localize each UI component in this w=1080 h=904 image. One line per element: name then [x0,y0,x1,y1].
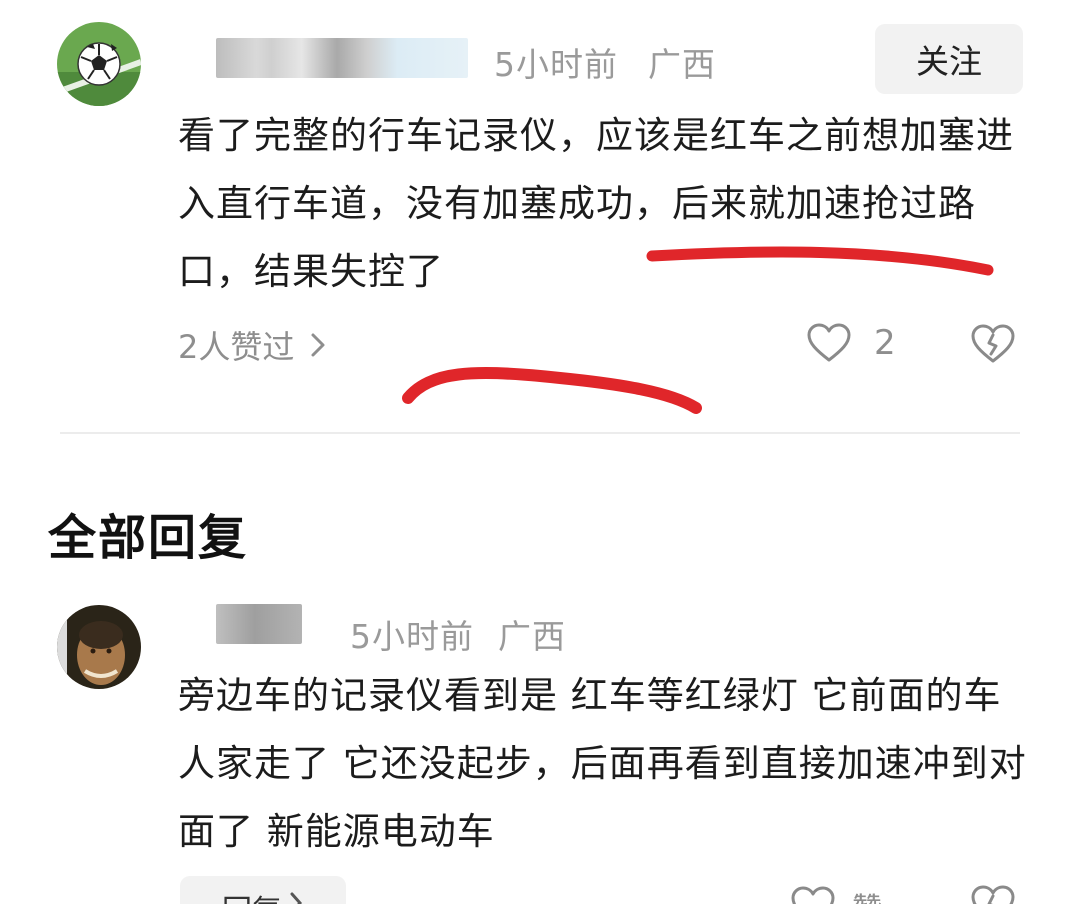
like-button[interactable]: 2 [806,322,896,364]
follow-button[interactable]: 关注 [875,24,1023,94]
soccer-ball-avatar [57,22,141,106]
portrait-avatar [57,605,141,689]
divider [60,432,1020,434]
heart-outline-icon [807,323,851,362]
section-title: 全部回复 [48,510,249,566]
liked-by-link[interactable]: 2人赞过 [178,322,328,368]
reply-button[interactable]: 回复 [180,876,346,904]
post-location: 广西 [648,45,716,84]
user-avatar[interactable] [57,22,141,106]
reply-username-redacted [216,604,302,644]
broken-heart-icon[interactable] [970,884,1016,904]
liked-by-text: 2人赞过 [178,328,295,366]
reply-time: 5小时前 [350,617,474,656]
reply-user-avatar[interactable] [57,605,141,689]
reply-like-label: 赞 [852,884,882,904]
comment-thread: 5小时前 广西 关注 看了完整的行车记录仪，应该是红车之前想加塞进入直行车道，没… [0,0,1080,904]
like-count: 2 [874,323,896,363]
reply-body: 旁边车的记录仪看到是 红车等红绿灯 它前面的车人家走了 它还没起步，后面再看到直… [178,674,1027,853]
reply-button-label: 回复 [222,886,282,904]
username-redacted [216,38,468,78]
post-time: 5小时前 [494,45,618,84]
comment-body: 看了完整的行车记录仪，应该是红车之前想加塞进入直行车道，没有加塞成功，后来就加速… [178,114,1014,293]
broken-heart-icon[interactable] [970,323,1016,365]
chevron-right-icon [290,892,303,904]
reply-location: 广西 [498,617,566,656]
reply-like-button[interactable]: 赞 [790,884,882,904]
chevron-right-icon [311,333,325,357]
heart-outline-icon [791,886,835,904]
